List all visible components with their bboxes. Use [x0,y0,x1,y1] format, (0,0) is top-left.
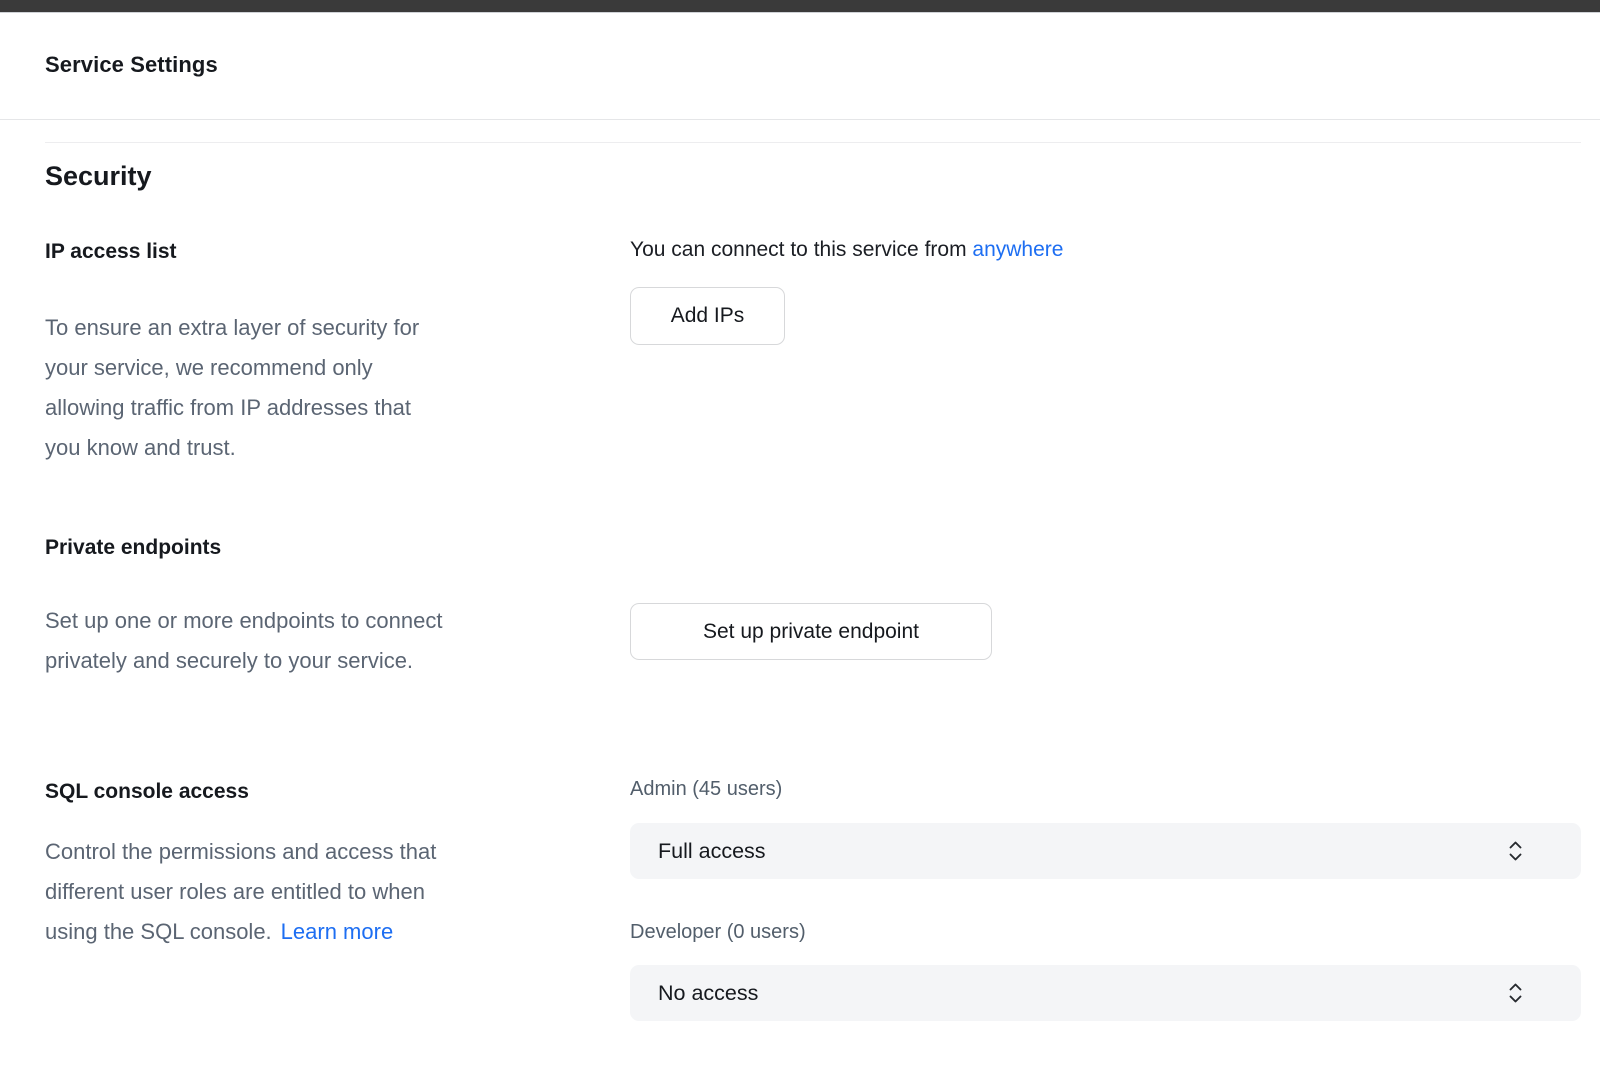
admin-role-label: Admin (45 users) [630,778,782,801]
service-settings-page: Service Settings Security IP access list… [0,0,1600,1069]
private-endpoints-heading: Private endpoints [45,536,221,560]
developer-access-select-value: No access [658,981,758,1006]
add-ips-button[interactable]: Add IPs [630,287,785,345]
learn-more-link[interactable]: Learn more [281,919,394,944]
admin-access-select-value: Full access [658,839,766,864]
developer-access-select[interactable]: No access [630,965,1581,1021]
connection-status-text: You can connect to this service from any… [630,238,1063,262]
sql-console-access-description: Control the permissions and access that … [45,832,605,952]
security-section-heading: Security [45,161,152,192]
page-title: Service Settings [45,52,218,78]
setup-private-endpoint-button-label: Set up private endpoint [703,620,919,644]
chevron-updown-icon [1508,840,1523,863]
admin-access-select[interactable]: Full access [630,823,1581,879]
developer-role-label: Developer (0 users) [630,921,806,944]
sql-console-access-heading: SQL console access [45,780,249,804]
private-endpoints-description: Set up one or more endpoints to connect … [45,601,625,681]
ip-access-list-heading: IP access list [45,240,177,264]
section-divider [45,142,1581,143]
anywhere-link[interactable]: anywhere [972,238,1063,261]
add-ips-button-label: Add IPs [671,304,745,328]
chevron-updown-icon [1508,982,1523,1005]
connection-status-prefix: You can connect to this service from [630,238,972,261]
top-bar [0,0,1600,13]
setup-private-endpoint-button[interactable]: Set up private endpoint [630,603,992,660]
ip-access-list-description: To ensure an extra layer of security for… [45,308,585,468]
header-divider [0,119,1600,120]
